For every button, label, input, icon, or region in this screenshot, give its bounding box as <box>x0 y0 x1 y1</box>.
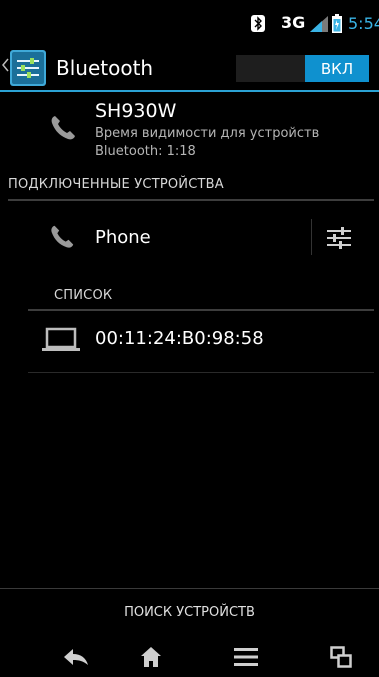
signal-icon <box>310 16 328 32</box>
paired-device-name[interactable]: Phone <box>95 227 151 248</box>
up-chevron-icon[interactable] <box>2 58 9 72</box>
visibility-timer: Bluetooth: 1:18 <box>95 144 196 159</box>
clock: 5:54 <box>348 14 379 33</box>
available-device-name[interactable]: 00:11:24:B0:98:58 <box>95 328 264 349</box>
settings-app-icon[interactable] <box>10 50 46 86</box>
back-button[interactable] <box>56 642 96 672</box>
device-name[interactable]: SH930W <box>95 100 176 122</box>
screen: 3G 5:54 Bluetooth ВКЛ SH930W Время видим… <box>0 0 379 677</box>
page-title: Bluetooth <box>56 56 154 80</box>
phone-icon <box>51 116 75 140</box>
bluetooth-toggle[interactable]: ВКЛ <box>236 55 369 82</box>
list-divider <box>28 372 374 373</box>
action-bar-divider <box>0 90 379 92</box>
laptop-icon <box>42 327 80 351</box>
row-divider <box>311 219 312 255</box>
network-type: 3G <box>281 13 306 32</box>
phone-icon <box>51 225 74 248</box>
paired-devices-header: ПОДКЛЮЧЕННЫЕ УСТРОЙСТВА <box>8 177 224 192</box>
home-button[interactable] <box>131 642 171 672</box>
available-devices-header: СПИСОК <box>54 288 113 303</box>
bluetooth-icon <box>251 15 265 32</box>
menu-button[interactable] <box>226 642 266 672</box>
home-icon <box>141 647 161 667</box>
back-icon <box>64 649 88 665</box>
menu-icon <box>234 648 258 666</box>
recents-icon <box>330 646 352 668</box>
visibility-text: Время видимости для устройств <box>95 126 320 141</box>
recents-button[interactable] <box>321 642 361 672</box>
header-divider <box>8 199 374 201</box>
toggle-on-label: ВКЛ <box>305 55 369 82</box>
header-divider <box>28 309 374 311</box>
device-settings-icon[interactable] <box>325 224 353 252</box>
search-devices-button[interactable]: ПОИСК УСТРОЙСТВ <box>0 589 379 636</box>
battery-icon <box>332 14 342 33</box>
